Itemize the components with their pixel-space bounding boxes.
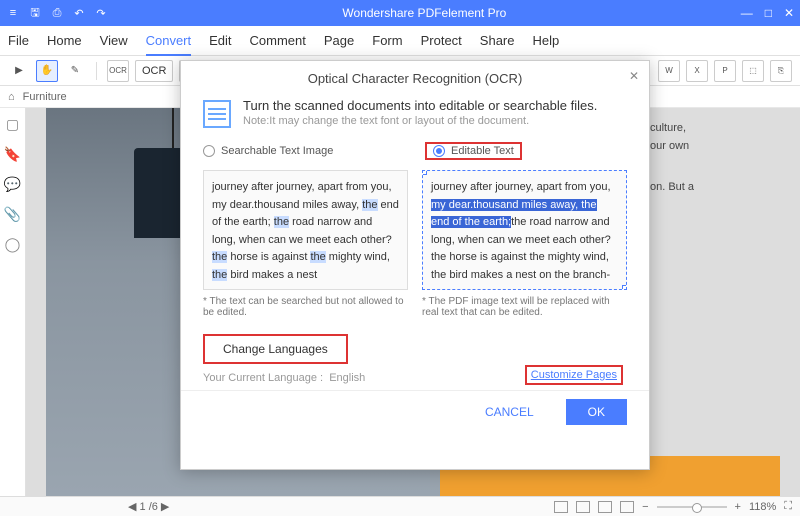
- minimize-icon[interactable]: —: [741, 6, 753, 20]
- export-other-icon[interactable]: ⎘: [770, 60, 792, 82]
- dialog-close-icon[interactable]: ✕: [629, 69, 639, 83]
- menu-comment[interactable]: Comment: [250, 33, 306, 48]
- ocr-dialog: Optical Character Recognition (OCR) ✕ Tu…: [180, 60, 650, 470]
- view-single-icon[interactable]: [554, 501, 568, 513]
- zoom-out-icon[interactable]: −: [642, 501, 648, 513]
- radio-icon: [203, 145, 215, 157]
- titlebar: ≡ 🖫 ⎙ ↶ ↷ Wondershare PDFelement Pro — □…: [0, 0, 800, 26]
- app-title: Wondershare PDFelement Pro: [108, 6, 741, 20]
- menu-protect[interactable]: Protect: [421, 33, 462, 48]
- preview-searchable: journey after journey, apart from you, m…: [203, 170, 408, 290]
- menu-form[interactable]: Form: [372, 33, 402, 48]
- cancel-button[interactable]: CANCEL: [463, 399, 556, 425]
- note-searchable: * The text can be searched but not allow…: [203, 296, 408, 318]
- note-editable: * The PDF image text will be replaced wi…: [422, 296, 627, 318]
- dialog-note: Note:It may change the text font or layo…: [243, 115, 597, 127]
- ocr-button[interactable]: OCR: [135, 60, 173, 82]
- menu-edit[interactable]: Edit: [209, 33, 231, 48]
- export-ppt-icon[interactable]: P: [714, 60, 736, 82]
- radio-icon: [433, 145, 445, 157]
- print-icon[interactable]: ⎙: [50, 6, 64, 20]
- menu-icon[interactable]: ≡: [6, 6, 20, 20]
- document-tab[interactable]: Furniture: [23, 91, 67, 103]
- sidebar: ▢ 🔖 💬 📎 ◯: [0, 108, 26, 496]
- option-searchable[interactable]: Searchable Text Image: [203, 142, 405, 160]
- menu-file[interactable]: File: [8, 33, 29, 48]
- home-tab-icon[interactable]: ⌂: [8, 91, 15, 103]
- preview-editable: journey after journey, apart from you, m…: [422, 170, 627, 290]
- scan-icon: [203, 100, 231, 128]
- current-language-value: English: [329, 372, 365, 384]
- attachments-icon[interactable]: 📎: [5, 206, 21, 222]
- zoom-value: 118%: [749, 501, 776, 513]
- thumbnails-icon[interactable]: ▢: [5, 116, 21, 132]
- statusbar: ◀ 1 /6 ▶ − + 118% ⛶: [0, 496, 800, 516]
- save-icon[interactable]: 🖫: [28, 6, 42, 20]
- fullscreen-icon[interactable]: ⛶: [784, 500, 792, 513]
- menu-help[interactable]: Help: [533, 33, 560, 48]
- ocr-area-icon[interactable]: OCR: [107, 60, 129, 82]
- export-image-icon[interactable]: ⬚: [742, 60, 764, 82]
- page-indicator[interactable]: 1 /6: [140, 501, 158, 513]
- view-continuous-icon[interactable]: [576, 501, 590, 513]
- hand-tool-icon[interactable]: ✋: [36, 60, 58, 82]
- view-facing-icon[interactable]: [598, 501, 612, 513]
- redo-icon[interactable]: ↷: [94, 6, 108, 20]
- customize-pages-link[interactable]: Customize Pages: [525, 365, 623, 385]
- menu-page[interactable]: Page: [324, 33, 354, 48]
- menu-convert[interactable]: Convert: [146, 33, 192, 56]
- menu-view[interactable]: View: [100, 33, 128, 48]
- search-icon[interactable]: ◯: [5, 236, 21, 252]
- comments-icon[interactable]: 💬: [5, 176, 21, 192]
- bookmarks-icon[interactable]: 🔖: [5, 146, 21, 162]
- menubar: File Home View Convert Edit Comment Page…: [0, 26, 800, 56]
- current-language-label: Your Current Language : English: [181, 366, 387, 390]
- ok-button[interactable]: OK: [566, 399, 627, 425]
- close-icon[interactable]: ✕: [784, 6, 794, 20]
- option-editable[interactable]: Editable Text: [425, 142, 627, 160]
- document-text-snippet: culture, our own on. But a: [650, 120, 780, 197]
- maximize-icon[interactable]: □: [765, 6, 772, 20]
- change-languages-button[interactable]: Change Languages: [203, 334, 348, 364]
- menu-home[interactable]: Home: [47, 33, 82, 48]
- view-facing-continuous-icon[interactable]: [620, 501, 634, 513]
- edit-tool-icon[interactable]: ✎: [64, 60, 86, 82]
- zoom-in-icon[interactable]: +: [735, 501, 741, 513]
- zoom-slider[interactable]: [657, 506, 727, 508]
- undo-icon[interactable]: ↶: [72, 6, 86, 20]
- dialog-title: Optical Character Recognition (OCR) ✕: [181, 61, 649, 92]
- dialog-heading: Turn the scanned documents into editable…: [243, 98, 597, 113]
- select-tool-icon[interactable]: ▶: [8, 60, 30, 82]
- export-word-icon[interactable]: W: [658, 60, 680, 82]
- export-excel-icon[interactable]: X: [686, 60, 708, 82]
- menu-share[interactable]: Share: [480, 33, 515, 48]
